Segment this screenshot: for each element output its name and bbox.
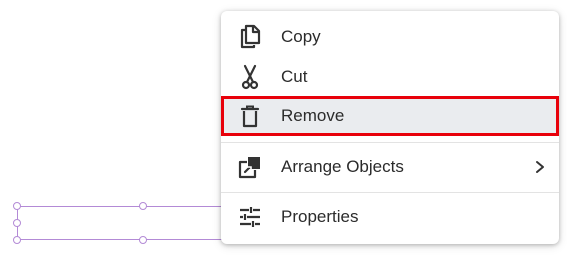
- menu-item-label: Arrange Objects: [281, 157, 404, 176]
- menu-item-remove[interactable]: Remove: [221, 96, 559, 136]
- trash-icon: [237, 103, 263, 129]
- menu-item-label: Properties: [281, 207, 359, 226]
- menu-item-arrange-objects[interactable]: Arrange Objects: [221, 147, 559, 187]
- menu-item-label: Cut: [281, 67, 308, 86]
- menu-divider: [221, 142, 559, 143]
- resize-handle[interactable]: [13, 219, 21, 227]
- menu-item-label: Remove: [281, 106, 345, 125]
- sliders-icon: [237, 204, 263, 230]
- menu-divider: [221, 192, 559, 193]
- chevron-right-icon: [533, 160, 547, 174]
- resize-handle[interactable]: [139, 202, 147, 210]
- arrange-objects-icon: [237, 154, 263, 180]
- menu-item-properties[interactable]: Properties: [221, 197, 559, 237]
- resize-handle[interactable]: [13, 236, 21, 244]
- menu-item-copy[interactable]: Copy: [221, 17, 559, 57]
- copy-icon: [237, 24, 263, 50]
- menu-item-cut[interactable]: Cut: [221, 57, 559, 97]
- resize-handle[interactable]: [139, 236, 147, 244]
- canvas[interactable]: Copy Cut Remove Arrange Objects Properti…: [0, 0, 567, 264]
- menu-item-label: Copy: [281, 27, 321, 46]
- scissors-icon: [237, 64, 263, 90]
- context-menu: Copy Cut Remove Arrange Objects Properti…: [221, 11, 559, 244]
- resize-handle[interactable]: [13, 202, 21, 210]
